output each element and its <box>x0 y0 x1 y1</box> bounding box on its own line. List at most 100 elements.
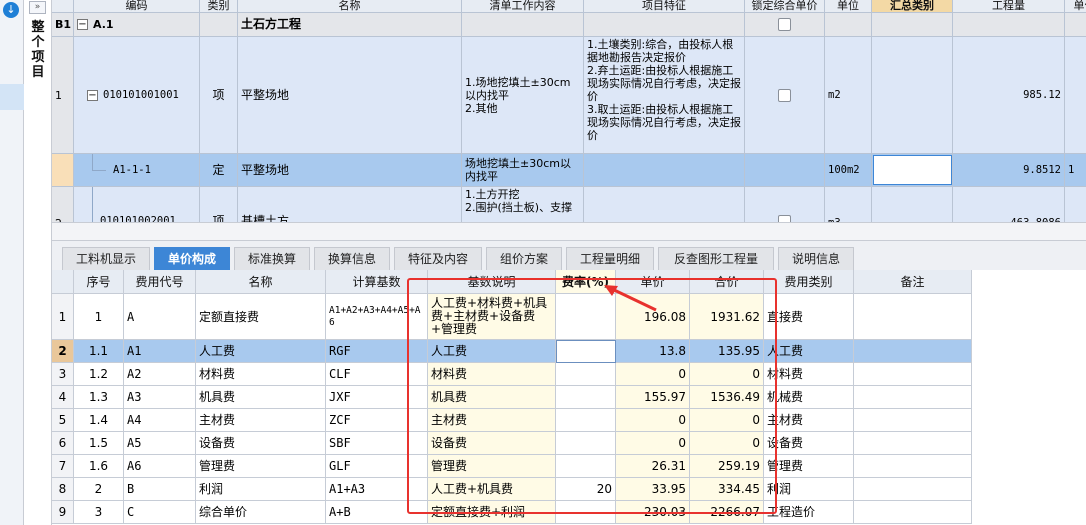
cell-total[interactable]: 0 <box>690 363 764 386</box>
quota-quantity[interactable]: 9.8512 <box>953 154 1065 187</box>
cell-base-desc[interactable]: 管理费 <box>428 455 556 478</box>
col-header-unit-price[interactable]: 单价 <box>1065 0 1086 13</box>
tab-description-info[interactable]: 说明信息 <box>778 247 854 271</box>
item-name[interactable]: 平整场地 <box>238 37 462 154</box>
cell-fee-code[interactable]: A2 <box>124 363 196 386</box>
cell-name[interactable]: 机具费 <box>196 386 326 409</box>
cell-remark[interactable] <box>854 409 972 432</box>
col-header-type[interactable]: 类别 <box>200 0 238 13</box>
cell-fee-code[interactable]: A5 <box>124 432 196 455</box>
tab-pricing-scheme[interactable]: 组价方案 <box>486 247 562 271</box>
col-header-summary-category[interactable]: 汇总类别 <box>872 0 953 13</box>
cell-rate[interactable] <box>556 432 616 455</box>
cell-price[interactable]: 0 <box>616 409 690 432</box>
cell-rate[interactable] <box>556 409 616 432</box>
cell-base-desc[interactable]: 材料费 <box>428 363 556 386</box>
item-quantity[interactable]: 985.12 <box>953 37 1065 154</box>
col-header-quantity[interactable]: 工程量 <box>953 0 1065 13</box>
cell-fee-code[interactable]: C <box>124 501 196 524</box>
tab-conversion-info[interactable]: 换算信息 <box>314 247 390 271</box>
col-header-code[interactable]: 编码 <box>74 0 200 13</box>
cell-fee-code[interactable]: A3 <box>124 386 196 409</box>
cell-seq[interactable]: 2 <box>74 478 124 501</box>
project-tree-root[interactable]: 整个项目 <box>30 20 46 80</box>
col-header-unit[interactable]: 单位 <box>825 0 872 13</box>
col-header-name[interactable]: 名称 <box>196 270 326 294</box>
cell-remark[interactable] <box>854 455 972 478</box>
col-header-work[interactable]: 清单工作内容 <box>462 0 584 13</box>
col-header-remark[interactable]: 备注 <box>854 270 972 294</box>
left-toolbar-selected-item[interactable] <box>0 84 24 110</box>
cell-price[interactable]: 196.08 <box>616 294 690 340</box>
item-unit[interactable]: m3 <box>825 187 872 222</box>
table-row-code[interactable]: A1-1-1 <box>74 154 200 187</box>
cell-base-desc[interactable]: 机具费 <box>428 386 556 409</box>
table-row[interactable]: 5 1.4 A4 主材费 ZCF 主材费 0 0 主材费 <box>52 409 972 432</box>
cell-base-desc[interactable]: 人工费 <box>428 340 556 363</box>
col-header-calc-base[interactable]: 计算基数 <box>326 270 428 294</box>
cell-fee-category[interactable]: 利润 <box>764 478 854 501</box>
cell-total[interactable]: 135.95 <box>690 340 764 363</box>
table-row[interactable]: 9 3 C 综合单价 A+B 定额直接费+利润 230.03 2266.07 工程造价 <box>52 501 972 524</box>
item-summary[interactable] <box>872 187 953 222</box>
cell-total[interactable]: 0 <box>690 432 764 455</box>
cell-calc-base[interactable]: JXF <box>326 386 428 409</box>
cell-fee-category[interactable]: 设备费 <box>764 432 854 455</box>
cell-price[interactable]: 26.31 <box>616 455 690 478</box>
tab-feature-content[interactable]: 特征及内容 <box>394 247 482 271</box>
table-row[interactable]: 8 2 B 利润 A1+A3 人工费+机具费 20 33.95 334.45 利润 <box>52 478 972 501</box>
col-header-fee-category[interactable]: 费用类别 <box>764 270 854 294</box>
cell-calc-base[interactable]: A1+A3 <box>326 478 428 501</box>
item-summary[interactable] <box>872 37 953 154</box>
tab-quantity-detail[interactable]: 工程量明细 <box>566 247 654 271</box>
col-header-price[interactable]: 单价 <box>616 270 690 294</box>
item-unit[interactable]: m2 <box>825 37 872 154</box>
cell-remark[interactable] <box>854 432 972 455</box>
cell-name[interactable]: 利润 <box>196 478 326 501</box>
cell-calc-base[interactable]: A+B <box>326 501 428 524</box>
cell-remark[interactable] <box>854 478 972 501</box>
quota-work-content[interactable]: 场地挖填土±30cm以内找平 <box>462 154 584 187</box>
cell-seq[interactable]: 1.3 <box>74 386 124 409</box>
item-quantity[interactable]: 463.8086 <box>953 187 1065 222</box>
item-price[interactable] <box>1065 187 1086 222</box>
download-icon[interactable]: ↓ <box>3 2 19 18</box>
cell-total[interactable]: 334.45 <box>690 478 764 501</box>
summary-category-input[interactable] <box>873 155 952 185</box>
quota-unit[interactable]: 100m2 <box>825 154 872 187</box>
cell-seq[interactable]: 1.5 <box>74 432 124 455</box>
cell-calc-base[interactable]: ZCF <box>326 409 428 432</box>
item-name[interactable]: 基槽土方 <box>238 187 462 222</box>
cell-total[interactable]: 2266.07 <box>690 501 764 524</box>
cell-fee-category[interactable]: 直接费 <box>764 294 854 340</box>
section-name[interactable]: 土石方工程 <box>238 13 462 37</box>
cell-rate[interactable] <box>556 340 616 363</box>
cell-rate[interactable]: 20 <box>556 478 616 501</box>
cell-seq[interactable]: 3 <box>74 501 124 524</box>
cell-name[interactable]: 材料费 <box>196 363 326 386</box>
quota-feature[interactable] <box>584 154 745 187</box>
cell-rate[interactable] <box>556 455 616 478</box>
tab-unit-price-composition[interactable]: 单价构成 <box>154 247 230 271</box>
cell-name[interactable]: 设备费 <box>196 432 326 455</box>
minus-box-icon[interactable]: − <box>87 90 98 101</box>
cell-price[interactable]: 230.03 <box>616 501 690 524</box>
cell-fee-category[interactable]: 主材费 <box>764 409 854 432</box>
table-row[interactable]: 7 1.6 A6 管理费 GLF 管理费 26.31 259.19 管理费 <box>52 455 972 478</box>
cell-name[interactable]: 定额直接费 <box>196 294 326 340</box>
cell-seq[interactable]: 1.4 <box>74 409 124 432</box>
cell-fee-code[interactable]: A <box>124 294 196 340</box>
cell-rate[interactable] <box>556 363 616 386</box>
cell-seq[interactable]: 1 <box>74 294 124 340</box>
cell-seq[interactable]: 1.2 <box>74 363 124 386</box>
item-feature[interactable]: 1.土壤类别:综合，由投标人根据地勘报告决定报价 2.弃土运距:由投标人根据施工… <box>584 37 745 154</box>
table-row[interactable]: 4 1.3 A3 机具费 JXF 机具费 155.97 1536.49 机械费 <box>52 386 972 409</box>
item-feature[interactable] <box>584 187 745 222</box>
cell-total[interactable]: 1536.49 <box>690 386 764 409</box>
pane-splitter[interactable] <box>52 222 1086 240</box>
item-price[interactable] <box>1065 37 1086 154</box>
col-header-base-desc[interactable]: 基数说明 <box>428 270 556 294</box>
lock-price-checkbox[interactable] <box>778 215 791 222</box>
cell-base-desc[interactable]: 设备费 <box>428 432 556 455</box>
double-chevron-right-icon[interactable]: » <box>29 1 46 14</box>
